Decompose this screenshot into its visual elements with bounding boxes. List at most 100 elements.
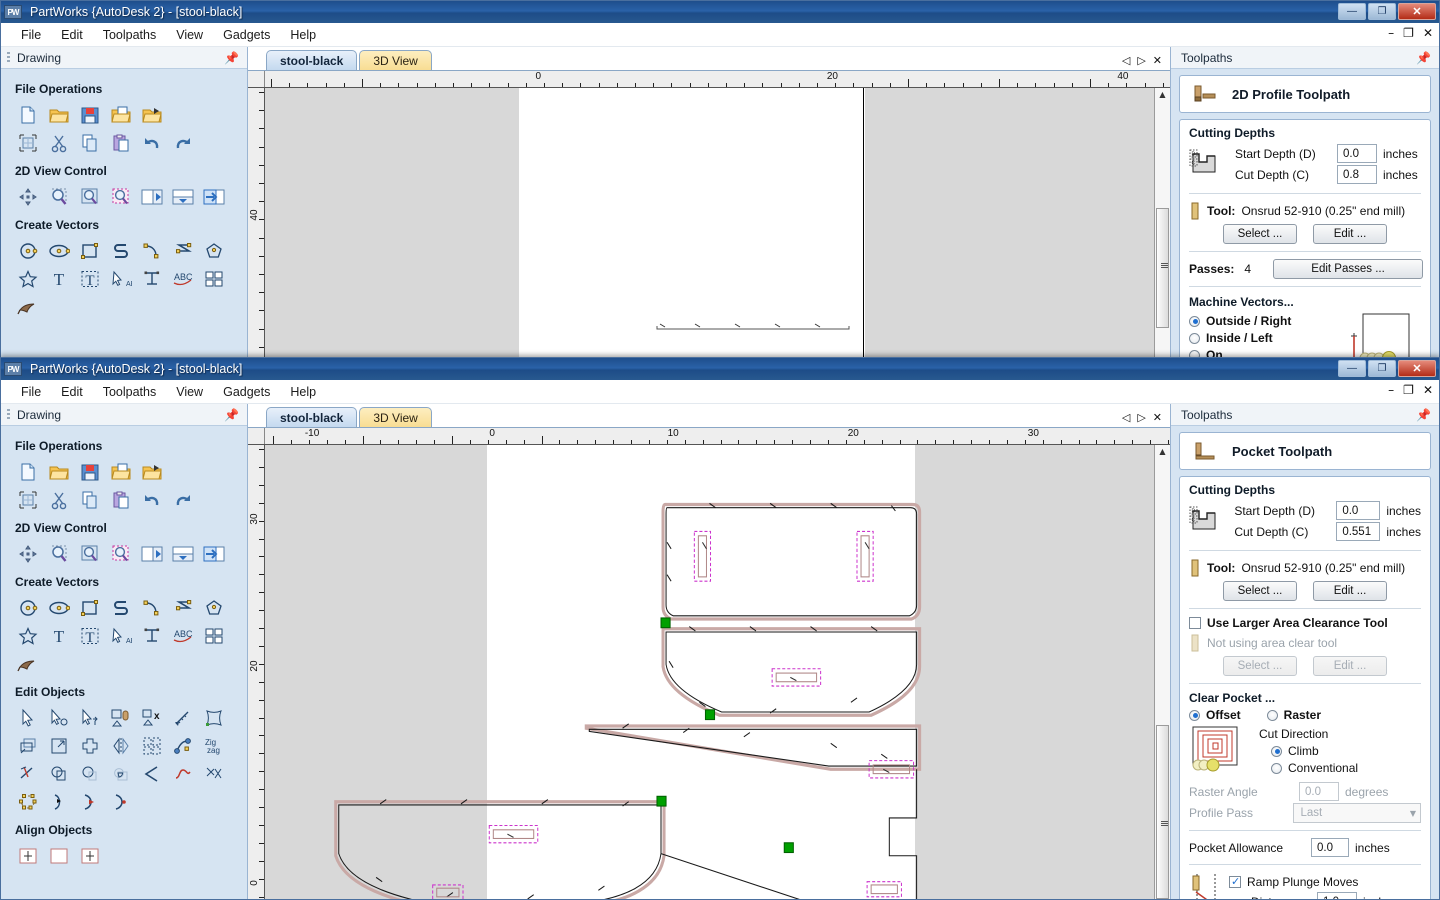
- save-icon[interactable]: [75, 458, 105, 486]
- insert-span-icon[interactable]: [106, 788, 136, 816]
- trim-icon[interactable]: [13, 760, 43, 788]
- scroll-up-icon[interactable]: ▲: [1159, 447, 1165, 456]
- menu-item-edit[interactable]: Edit: [51, 26, 93, 44]
- ellipse-icon[interactable]: [44, 594, 74, 622]
- polyline-icon[interactable]: [106, 237, 136, 265]
- rectangle-icon[interactable]: [75, 594, 105, 622]
- tab-prev-icon[interactable]: ◁: [1122, 54, 1130, 67]
- curve-icon[interactable]: [168, 237, 198, 265]
- radio-inside-left[interactable]: [1189, 332, 1200, 344]
- canvas-vscrollbar-2[interactable]: ▲: [1154, 445, 1170, 899]
- scale-icon[interactable]: [44, 732, 74, 760]
- node-tool-icon[interactable]: [168, 732, 198, 760]
- save-icon[interactable]: [75, 101, 105, 129]
- paste-icon[interactable]: [106, 486, 136, 514]
- rectangle-icon[interactable]: [75, 237, 105, 265]
- distort-icon[interactable]: [199, 704, 229, 732]
- zoom-selected-icon[interactable]: [106, 183, 136, 211]
- pin-icon[interactable]: 📌: [224, 408, 239, 422]
- cut-direction-conventional-row[interactable]: Conventional: [1271, 761, 1421, 775]
- star-icon[interactable]: [13, 265, 43, 293]
- canvas-vscrollbar-1[interactable]: ▲: [1154, 88, 1170, 359]
- tool-select-button-2[interactable]: Select ...: [1223, 581, 1297, 601]
- maximize-button-2[interactable]: ❐: [1368, 360, 1396, 377]
- zoom-extents-icon[interactable]: [75, 183, 105, 211]
- tool-select-button-1[interactable]: Select ...: [1223, 224, 1297, 244]
- circle-icon[interactable]: [13, 237, 43, 265]
- panel-grip-2[interactable]: [7, 408, 10, 421]
- horizontal-ruler-track-1[interactable]: 0 20 40: [265, 71, 1170, 87]
- paste-icon[interactable]: [106, 129, 136, 157]
- zoom-extents-icon[interactable]: [75, 540, 105, 568]
- open-folder-icon[interactable]: [44, 101, 74, 129]
- cut-icon[interactable]: [44, 129, 74, 157]
- node-edit-icon[interactable]: [44, 704, 74, 732]
- zoom-window-icon[interactable]: [44, 540, 74, 568]
- mdi-close-button-2[interactable]: ✕: [1423, 383, 1433, 397]
- show-top-view-icon[interactable]: [168, 540, 198, 568]
- radio-offset[interactable]: [1189, 709, 1200, 721]
- cut-icon[interactable]: [44, 486, 74, 514]
- text-box-icon[interactable]: T: [75, 622, 105, 650]
- select-all-icon[interactable]: [13, 486, 43, 514]
- text-align-icon[interactable]: [137, 265, 167, 293]
- ramp-plunge-checkbox[interactable]: [1229, 875, 1241, 888]
- radio-raster[interactable]: [1266, 709, 1278, 721]
- scrollbar-thumb-1[interactable]: [1156, 208, 1169, 328]
- show-left-view-icon[interactable]: [137, 183, 167, 211]
- arc-icon[interactable]: [137, 594, 167, 622]
- mdi-restore-button-2[interactable]: ❐: [1403, 383, 1414, 397]
- start-depth-input-2[interactable]: 0.0: [1336, 501, 1381, 520]
- pan-icon[interactable]: [13, 540, 43, 568]
- import-icon[interactable]: [137, 458, 167, 486]
- measure-icon[interactable]: [168, 704, 198, 732]
- design-canvas-2[interactable]: [265, 445, 1154, 899]
- pin-icon[interactable]: 📌: [1416, 408, 1431, 422]
- copy-icon[interactable]: [75, 129, 105, 157]
- machine-vector-option-outside[interactable]: Outside / Right: [1189, 314, 1343, 328]
- tab-3d-view-2[interactable]: 3D View: [359, 407, 432, 427]
- area-clearance-checkbox-row[interactable]: Use Larger Area Clearance Tool: [1189, 616, 1421, 630]
- use-larger-area-clearance-checkbox[interactable]: [1189, 617, 1201, 629]
- menu-item-file[interactable]: File: [11, 26, 51, 44]
- radio-outside-right[interactable]: [1189, 315, 1200, 327]
- insert-node-icon[interactable]: [44, 788, 74, 816]
- tab-next-icon[interactable]: ▷: [1137, 54, 1145, 67]
- group-icon[interactable]: [106, 704, 136, 732]
- design-canvas-1[interactable]: [265, 88, 1154, 359]
- scrollbar-thumb-2[interactable]: [1156, 725, 1169, 899]
- pan-icon[interactable]: [13, 183, 43, 211]
- menu-item-view-2[interactable]: View: [166, 383, 213, 401]
- text-icon[interactable]: T: [44, 265, 74, 293]
- join-icon[interactable]: [199, 760, 229, 788]
- zoom-window-icon[interactable]: [44, 183, 74, 211]
- panel-grip[interactable]: [7, 51, 10, 64]
- minimize-button[interactable]: —: [1338, 3, 1366, 20]
- menu-item-help-2[interactable]: Help: [280, 383, 326, 401]
- tab-next-icon[interactable]: ▷: [1137, 411, 1145, 424]
- undo-icon[interactable]: [137, 486, 167, 514]
- cut-depth-input-1[interactable]: 0.8: [1337, 165, 1377, 184]
- tool-edit-button-2[interactable]: Edit ...: [1313, 581, 1387, 601]
- tab-3d-view[interactable]: 3D View: [359, 50, 432, 70]
- pin-icon[interactable]: 📌: [224, 51, 239, 65]
- tab-stool-black[interactable]: stool-black: [266, 50, 358, 70]
- smooth-curve-icon[interactable]: [168, 760, 198, 788]
- mdi-close-button[interactable]: ✕: [1423, 26, 1433, 40]
- radio-conventional-2[interactable]: [1271, 762, 1282, 774]
- redo-icon[interactable]: [168, 129, 198, 157]
- close-button[interactable]: ✕: [1398, 3, 1436, 20]
- weld-subtract-icon[interactable]: [75, 760, 105, 788]
- menu-item-gadgets[interactable]: Gadgets: [213, 26, 280, 44]
- flip-icon[interactable]: [106, 732, 136, 760]
- select-arrow-icon[interactable]: [13, 704, 43, 732]
- star-icon[interactable]: [13, 622, 43, 650]
- area-clearance-edit-button[interactable]: Edit ...: [1313, 656, 1387, 676]
- text-on-curve-icon[interactable]: ABC: [168, 265, 198, 293]
- cut-direction-climb-row[interactable]: Climb: [1271, 744, 1421, 758]
- auto-layout-icon[interactable]: [199, 265, 229, 293]
- start-depth-input-1[interactable]: 0.0: [1337, 144, 1377, 163]
- text-icon[interactable]: T: [44, 622, 74, 650]
- ungroup-icon[interactable]: x: [137, 704, 167, 732]
- minimize-button-2[interactable]: —: [1338, 360, 1366, 377]
